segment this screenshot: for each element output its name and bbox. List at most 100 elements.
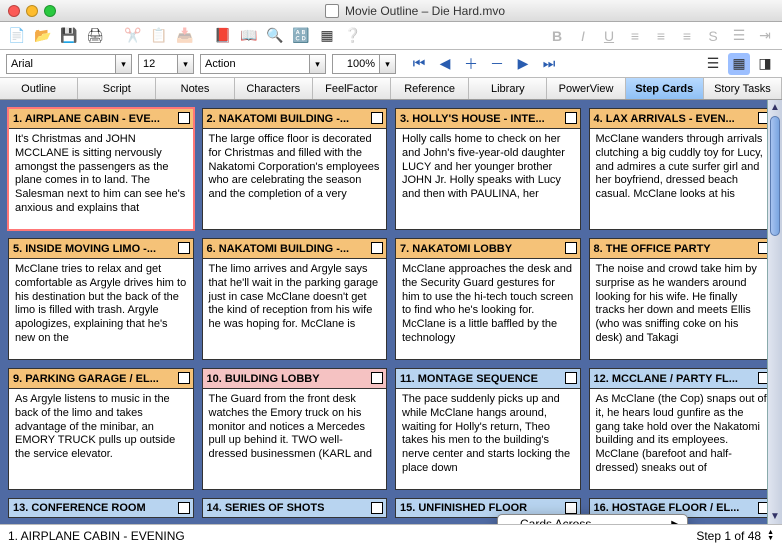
close-window-button[interactable] (8, 5, 20, 17)
step-card[interactable]: 7. NAKATOMI LOBBYMcClane approaches the … (395, 238, 581, 360)
card-title: 2. NAKATOMI BUILDING -... (203, 109, 387, 129)
scroll-up-icon[interactable]: ▲ (768, 100, 782, 115)
tab-notes[interactable]: Notes (156, 78, 234, 99)
tab-script[interactable]: Script (78, 78, 156, 99)
tab-characters[interactable]: Characters (235, 78, 313, 99)
tab-step-cards[interactable]: Step Cards (626, 78, 704, 99)
chevron-down-icon[interactable]: ▾ (178, 54, 194, 74)
prev-icon[interactable]: ◀ (434, 53, 456, 75)
open-icon[interactable]: 📂 (32, 25, 54, 47)
tab-powerview[interactable]: PowerView (547, 78, 625, 99)
style-combo[interactable]: ▾ (200, 54, 326, 74)
card-expand-icon[interactable] (371, 372, 383, 384)
card-expand-icon[interactable] (178, 372, 190, 384)
card-title: 1. AIRPLANE CABIN - EVE... (9, 109, 193, 129)
step-card[interactable]: 11. MONTAGE SEQUENCEThe pace suddenly pi… (395, 368, 581, 490)
card-expand-icon[interactable] (371, 242, 383, 254)
tab-feelfactor[interactable]: FeelFactor (313, 78, 391, 99)
step-card[interactable]: 10. BUILDING LOBBYThe Guard from the fro… (202, 368, 388, 490)
tab-story-tasks[interactable]: Story Tasks (704, 78, 782, 99)
step-card[interactable]: 3. HOLLY'S HOUSE - INTE...Holly calls ho… (395, 108, 581, 230)
view-panel-icon[interactable]: ◨ (754, 53, 776, 75)
chevron-down-icon[interactable]: ▾ (380, 54, 396, 74)
last-icon[interactable]: ⏭ (538, 53, 560, 75)
card-expand-icon[interactable] (371, 112, 383, 124)
search-icon[interactable]: 🔍 (264, 25, 286, 47)
chevron-down-icon[interactable]: ▾ (310, 54, 326, 74)
remove-icon[interactable]: － (486, 53, 508, 75)
chevron-down-icon[interactable]: ▾ (116, 54, 132, 74)
step-card[interactable]: 2. NAKATOMI BUILDING -...The large offic… (202, 108, 388, 230)
add-icon[interactable]: ＋ (460, 53, 482, 75)
minimize-window-button[interactable] (26, 5, 38, 17)
tool-icon-1[interactable]: 📕 (212, 25, 234, 47)
menu-item-cards-across[interactable]: Cards Across▶ (498, 515, 687, 524)
save-icon[interactable]: 💾 (58, 25, 80, 47)
card-body: As McClane (the Cop) snaps out of it, he… (590, 389, 774, 480)
font-combo[interactable]: ▾ (6, 54, 132, 74)
card-expand-icon[interactable] (371, 502, 383, 514)
main-toolbar: 📄 📂 💾 🖨 ✂️ 📋 📥 📕 📖 🔍 🔠 ▦ ❔ B I U ≡ ≡ ≡ S… (0, 22, 782, 50)
step-card[interactable]: 5. INSIDE MOVING LIMO -...McClane tries … (8, 238, 194, 360)
card-title: 8. THE OFFICE PARTY (590, 239, 774, 259)
document-icon (325, 4, 339, 18)
window-title: Movie Outline – Die Hard.mvo (56, 4, 774, 18)
step-card[interactable]: 14. SERIES OF SHOTS (202, 498, 388, 518)
step-card[interactable]: 12. MCCLANE / PARTY FL...As McClane (the… (589, 368, 775, 490)
card-title: 9. PARKING GARAGE / EL... (9, 369, 193, 389)
card-expand-icon[interactable] (565, 112, 577, 124)
step-card[interactable]: 4. LAX ARRIVALS - EVEN...McClane wanders… (589, 108, 775, 230)
step-card[interactable]: 8. THE OFFICE PARTYThe noise and crowd t… (589, 238, 775, 360)
step-card[interactable]: 6. NAKATOMI BUILDING -...The limo arrive… (202, 238, 388, 360)
zoom-input (332, 54, 380, 74)
new-icon[interactable]: 📄 (6, 25, 28, 47)
tool-icon-2[interactable]: 📖 (238, 25, 260, 47)
zoom-window-button[interactable] (44, 5, 56, 17)
card-expand-icon[interactable] (565, 372, 577, 384)
style-input (200, 54, 310, 74)
first-icon[interactable]: ⏮ (408, 53, 430, 75)
scrollbar-thumb[interactable] (770, 116, 780, 236)
card-title: 5. INSIDE MOVING LIMO -... (9, 239, 193, 259)
step-card[interactable]: 9. PARKING GARAGE / EL...As Argyle liste… (8, 368, 194, 490)
card-expand-icon[interactable] (178, 112, 190, 124)
step-card[interactable]: 1. AIRPLANE CABIN - EVE...It's Christmas… (8, 108, 194, 230)
underline-icon: U (598, 25, 620, 47)
card-expand-icon[interactable] (565, 242, 577, 254)
grid-icon[interactable]: ▦ (316, 25, 338, 47)
print-icon[interactable]: 🖨 (84, 25, 106, 47)
card-body: The limo arrives and Argyle says that he… (203, 259, 387, 336)
card-body: McClane wanders through arrivals clutchi… (590, 129, 774, 206)
status-left: 1. AIRPLANE CABIN - EVENING (8, 529, 185, 543)
copy-icon: 📋 (148, 25, 170, 47)
card-expand-icon[interactable] (565, 502, 577, 514)
help-icon[interactable]: ❔ (342, 25, 364, 47)
submenu-arrow-icon: ▶ (671, 519, 679, 525)
step-stepper[interactable]: ▲▼ (767, 530, 774, 542)
zoom-combo[interactable]: ▾ (332, 54, 396, 74)
tab-outline[interactable]: Outline (0, 78, 78, 99)
card-expand-icon[interactable] (178, 502, 190, 514)
size-input (138, 54, 178, 74)
card-expand-icon[interactable] (178, 242, 190, 254)
scroll-down-icon[interactable]: ▼ (768, 509, 782, 524)
next-icon[interactable]: ▶ (512, 53, 534, 75)
card-title: 12. MCCLANE / PARTY FL... (590, 369, 774, 389)
view-tabs: OutlineScriptNotesCharactersFeelFactorRe… (0, 78, 782, 100)
size-combo[interactable]: ▾ (138, 54, 194, 74)
card-body: McClane tries to relax and get comfortab… (9, 259, 193, 350)
card-body: McClane approaches the desk and the Secu… (396, 259, 580, 350)
strike-icon: S (702, 25, 724, 47)
card-body: Holly calls home to check on her and Joh… (396, 129, 580, 206)
tab-reference[interactable]: Reference (391, 78, 469, 99)
italic-icon: I (572, 25, 594, 47)
step-card[interactable]: 13. CONFERENCE ROOM (8, 498, 194, 518)
tool-icon-3[interactable]: 🔠 (290, 25, 312, 47)
status-bar: 1. AIRPLANE CABIN - EVENING Step 1 of 48… (0, 524, 782, 546)
view-cards-icon[interactable]: ▦ (728, 53, 750, 75)
context-menu: Cards Across▶✓Use PowerView Colors (497, 514, 688, 524)
vertical-scrollbar[interactable]: ▲ ▼ (767, 100, 782, 524)
align-right-icon: ≡ (676, 25, 698, 47)
view-list-icon[interactable]: ☰ (702, 53, 724, 75)
tab-library[interactable]: Library (469, 78, 547, 99)
